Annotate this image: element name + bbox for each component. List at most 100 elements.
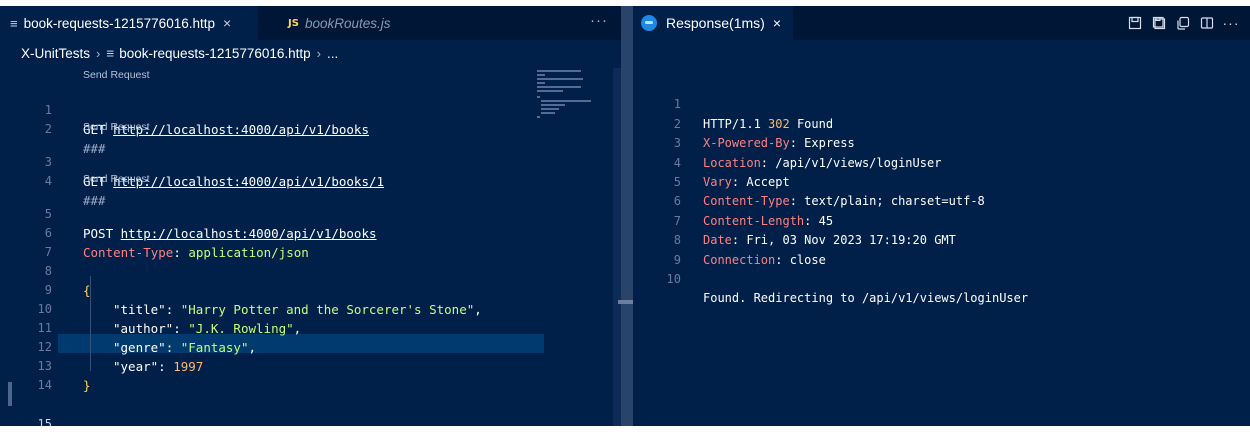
comma: , bbox=[293, 321, 302, 336]
status-code: 302 bbox=[768, 116, 790, 131]
header-value: Accept bbox=[746, 175, 790, 189]
comma: , bbox=[248, 340, 257, 355]
header-key: Connection bbox=[703, 252, 776, 267]
editor-pane: ≡ book-requests-1215776016.http × JS boo… bbox=[0, 6, 621, 426]
chevron-right-icon: › bbox=[316, 45, 322, 61]
rest-client-icon bbox=[641, 15, 657, 31]
tab-label: bookRoutes.js bbox=[304, 15, 391, 31]
header-key: Content-Type bbox=[83, 245, 174, 260]
file-lines-icon: ≡ bbox=[106, 45, 115, 61]
code-line: 3 GET http://localhost:4000/api/v1/books… bbox=[0, 134, 384, 189]
comma: , bbox=[474, 302, 482, 317]
breadcrumb-file[interactable]: book-requests-1215776016.http bbox=[119, 46, 310, 61]
colon: : bbox=[731, 233, 747, 248]
colon: : bbox=[789, 194, 805, 209]
header-value: /api/v1/views/loginUser bbox=[775, 155, 942, 170]
split-editor-icon[interactable] bbox=[1196, 12, 1218, 34]
response-line: 9 bbox=[633, 231, 681, 267]
code-line: 10 "author": "J.K. Rowling", bbox=[0, 281, 302, 336]
editor-tab-bar: ≡ book-requests-1215776016.http × JS boo… bbox=[0, 6, 621, 40]
close-brace: } bbox=[83, 378, 91, 393]
header-key: Vary bbox=[703, 175, 732, 189]
line-number: 10 bbox=[666, 272, 681, 286]
send-request-link[interactable]: Send Request bbox=[83, 120, 150, 134]
tab-book-requests[interactable]: ≡ book-requests-1215776016.http × bbox=[0, 6, 258, 40]
json-value: 1997 bbox=[173, 359, 204, 374]
colon: : bbox=[731, 175, 747, 189]
response-line: 4 Vary: Accept bbox=[633, 134, 790, 189]
file-lines-icon: ≡ bbox=[10, 15, 18, 31]
colon: : bbox=[165, 302, 181, 317]
json-key: "title" bbox=[113, 302, 166, 317]
request-url[interactable]: http://localhost:4000/api/v1/books bbox=[121, 226, 377, 241]
breadcrumb-folder[interactable]: X-UnitTests bbox=[21, 46, 90, 61]
breadcrumb-symbol[interactable]: ... bbox=[327, 46, 338, 61]
close-icon[interactable]: × bbox=[223, 15, 231, 31]
send-request-link[interactable]: Send Request bbox=[83, 172, 150, 186]
close-icon[interactable]: × bbox=[773, 15, 781, 31]
save-body-icon[interactable] bbox=[1148, 12, 1170, 34]
line-number: 15 bbox=[37, 417, 52, 426]
code-line: 8 { bbox=[0, 243, 91, 298]
response-line: 1 HTTP/1.1 302 Found bbox=[633, 76, 833, 130]
save-response-icon[interactable] bbox=[1124, 12, 1146, 34]
response-line: 2 X-Powered-By: Express bbox=[633, 95, 855, 150]
javascript-icon: JS bbox=[288, 17, 299, 29]
send-request-link[interactable]: Send Request bbox=[83, 68, 150, 82]
code-line: 4 ### bbox=[0, 153, 106, 208]
code-line: 2 ### bbox=[0, 101, 106, 156]
header-value: text/plain; charset=utf-8 bbox=[804, 194, 985, 209]
json-value: "Fantasy" bbox=[180, 340, 249, 355]
split-divider[interactable] bbox=[621, 6, 633, 426]
colon: : bbox=[158, 359, 174, 374]
header-key: Date bbox=[703, 233, 732, 248]
response-line: 6 Content-Length: 45 bbox=[633, 173, 833, 227]
tab-book-routes[interactable]: JS bookRoutes.js bbox=[278, 6, 401, 40]
request-url[interactable]: http://localhost:4000/api/v1/books bbox=[113, 122, 369, 137]
minimap[interactable] bbox=[537, 68, 613, 148]
response-line: 3 Location: /api/v1/views/loginUser bbox=[633, 115, 942, 169]
vertical-scrollbar[interactable] bbox=[613, 68, 621, 426]
code-editor[interactable]: Send Request 1 GET http://localhost:4000… bbox=[0, 68, 548, 426]
header-key: Location bbox=[703, 155, 761, 170]
header-value: Express bbox=[804, 136, 855, 151]
code-line: 13 } bbox=[0, 338, 91, 393]
request-url[interactable]: http://localhost:4000/api/v1/books/1 bbox=[113, 174, 384, 189]
code-line: 5 POST http://localhost:4000/api/v1/book… bbox=[0, 186, 377, 241]
json-key: "author" bbox=[113, 321, 174, 336]
header-value: Fri, 03 Nov 2023 17:19:20 GMT bbox=[746, 233, 956, 248]
code-line: 12 "year": 1997 bbox=[0, 319, 204, 374]
response-line: 5 Content-Type: text/plain; charset=utf-… bbox=[633, 154, 985, 208]
header-key: X-Powered-By bbox=[703, 136, 790, 151]
http-method: POST bbox=[83, 226, 114, 241]
colon: : bbox=[789, 136, 805, 151]
code-line: 9 "title": "Harry Potter and the Sorcere… bbox=[0, 262, 482, 317]
response-pane: Response(1ms) × ··· 1 HTTP/1.1 302 Found bbox=[633, 6, 1250, 426]
copy-icon[interactable] bbox=[1172, 12, 1194, 34]
response-body: Found. Redirecting to /api/v1/views/logi… bbox=[703, 291, 1029, 306]
more-actions-icon[interactable]: ··· bbox=[590, 6, 608, 40]
header-value: application/json bbox=[188, 245, 309, 260]
tab-label: Response(1ms) bbox=[666, 15, 765, 31]
colon: : bbox=[173, 321, 189, 336]
code-line: 6 Content-Type: application/json bbox=[0, 205, 309, 260]
header-key: Content-Type bbox=[703, 194, 790, 209]
request-separator: ### bbox=[83, 193, 106, 208]
json-value: "J.K. Rowling" bbox=[188, 321, 294, 336]
status-protocol: HTTP/1.1 bbox=[703, 116, 769, 131]
response-line: 10 Found. Redirecting to /api/v1/views/l… bbox=[633, 251, 1029, 305]
json-key: "year" bbox=[113, 359, 159, 374]
json-value: "Harry Potter and the Sorcerer's Stone" bbox=[180, 302, 475, 317]
code-line: 11 "genre": "Fantasy", bbox=[0, 300, 256, 355]
colon: : bbox=[165, 340, 181, 355]
code-line: 15 ### bbox=[0, 396, 52, 426]
colon: : bbox=[760, 155, 776, 170]
json-key: "genre" bbox=[113, 340, 166, 355]
colon: : bbox=[173, 245, 189, 260]
tab-response[interactable]: Response(1ms) × bbox=[633, 6, 793, 40]
more-actions-icon[interactable]: ··· bbox=[1220, 12, 1242, 34]
line-number: 14 bbox=[37, 378, 52, 392]
request-separator: ### bbox=[83, 141, 106, 156]
status-text: Found bbox=[789, 116, 834, 131]
colon: : bbox=[775, 252, 790, 267]
